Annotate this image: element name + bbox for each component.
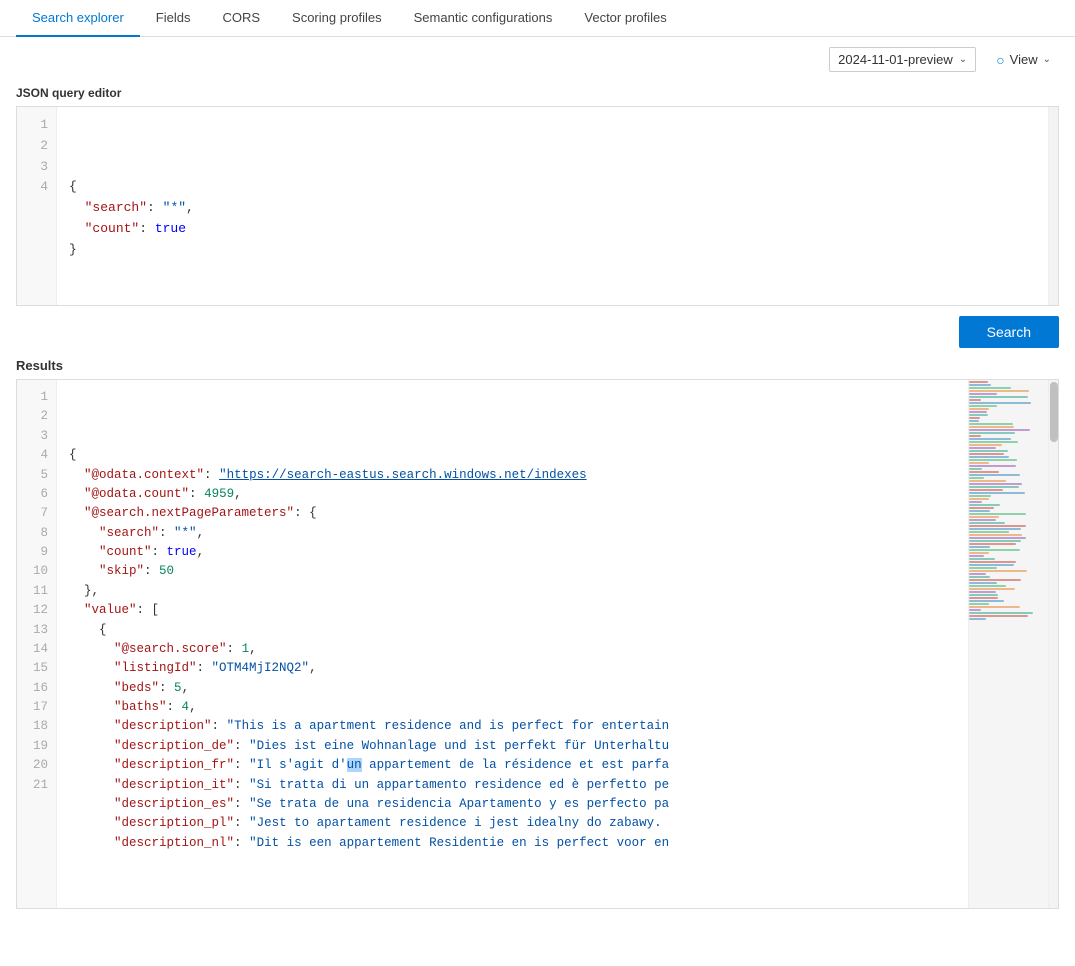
result-line-12: "listingId": "OTM4MjI2NQ2",: [69, 659, 956, 678]
result-line-21: "description_nl": "Dit is een appartemen…: [69, 834, 956, 853]
result-line-1: {: [69, 446, 956, 465]
results-line-numbers: 123456789101112131415161718192021: [17, 380, 57, 908]
tab-bar: Search explorerFieldsCORSScoring profile…: [0, 0, 1075, 37]
tab-cors[interactable]: CORS: [206, 0, 276, 37]
version-label: 2024-11-01-preview: [838, 52, 953, 67]
result-line-16: "description_de": "Dies ist eine Wohnanl…: [69, 737, 956, 756]
toolbar: 2024-11-01-preview ⌄ ○ View ⌄: [0, 37, 1075, 82]
chevron-down-icon: ⌄: [959, 54, 967, 65]
editor-code-content[interactable]: { "search": "*", "count": true}: [57, 107, 1048, 305]
view-label: View: [1010, 52, 1038, 67]
minimap: [968, 380, 1048, 908]
results-container: 123456789101112131415161718192021 { "@od…: [16, 379, 1059, 909]
tab-vector-profiles[interactable]: Vector profiles: [568, 0, 682, 37]
result-line-3: "@odata.count": 4959,: [69, 485, 956, 504]
tab-scoring-profiles[interactable]: Scoring profiles: [276, 0, 398, 37]
result-line-4: "@search.nextPageParameters": {: [69, 504, 956, 523]
json-editor-label: JSON query editor: [16, 86, 1059, 100]
results-content: { "@odata.context": "https://search-east…: [57, 380, 968, 908]
tab-fields[interactable]: Fields: [140, 0, 207, 37]
main-content: JSON query editor 1234 { "search": "*", …: [0, 86, 1075, 925]
results-scrollbar[interactable]: [1048, 380, 1058, 908]
result-line-7: "skip": 50: [69, 562, 956, 581]
search-button-row: Search: [16, 306, 1059, 358]
editor-line-numbers: 1234: [17, 107, 57, 305]
tab-semantic-configurations[interactable]: Semantic configurations: [398, 0, 569, 37]
result-line-9: "value": [: [69, 601, 956, 620]
view-button[interactable]: ○ View ⌄: [988, 48, 1059, 72]
result-line-6: "count": true,: [69, 543, 956, 562]
result-line-15: "description": "This is a apartment resi…: [69, 717, 956, 736]
result-line-5: "search": "*",: [69, 524, 956, 543]
result-line-14: "baths": 4,: [69, 698, 956, 717]
result-line-20: "description_pl": "Jest to apartament re…: [69, 814, 956, 833]
result-line-18: "description_it": "Si tratta di un appar…: [69, 776, 956, 795]
result-line-17: "description_fr": "Il s'agit d'un appart…: [69, 756, 956, 775]
tab-search-explorer[interactable]: Search explorer: [16, 0, 140, 37]
search-button[interactable]: Search: [959, 316, 1059, 348]
editor-scrollbar[interactable]: [1048, 107, 1058, 305]
results-label: Results: [16, 358, 1059, 373]
view-chevron-icon: ⌄: [1043, 54, 1051, 65]
eye-icon: ○: [996, 52, 1004, 68]
result-line-11: "@search.score": 1,: [69, 640, 956, 659]
version-dropdown[interactable]: 2024-11-01-preview ⌄: [829, 47, 976, 72]
result-line-13: "beds": 5,: [69, 679, 956, 698]
results-scrollbar-thumb[interactable]: [1050, 382, 1058, 442]
json-editor[interactable]: 1234 { "search": "*", "count": true}: [16, 106, 1059, 306]
result-line-10: {: [69, 621, 956, 640]
result-line-2: "@odata.context": "https://search-eastus…: [69, 466, 956, 485]
results-code[interactable]: 123456789101112131415161718192021 { "@od…: [17, 380, 968, 908]
result-line-8: },: [69, 582, 956, 601]
result-line-19: "description_es": "Se trata de una resid…: [69, 795, 956, 814]
